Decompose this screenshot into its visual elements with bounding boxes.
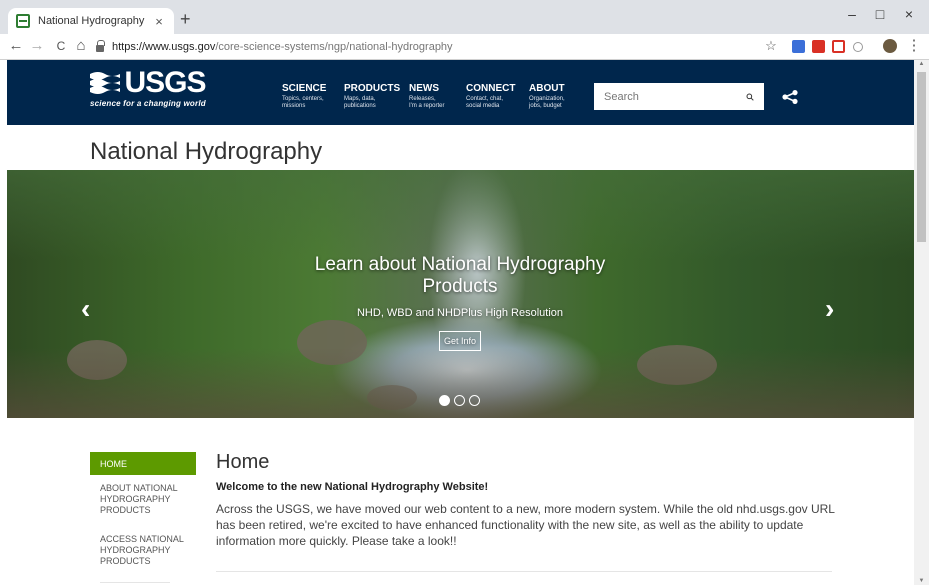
nav-title: NEWS	[409, 83, 439, 94]
carousel-prev-icon[interactable]: ‹	[81, 295, 90, 323]
carousel-dot-3[interactable]	[469, 395, 480, 406]
carousel-rock	[637, 345, 717, 385]
sidebar-divider	[100, 582, 170, 583]
sidebar-item-about[interactable]: ABOUT NATIONAL HYDROGRAPHY PRODUCTS	[90, 483, 200, 516]
reload-icon[interactable]: C	[53, 38, 69, 54]
browser-menu-icon[interactable]: ⋮	[906, 38, 922, 54]
logo-tagline: science for a changing world	[90, 99, 206, 108]
usgs-favicon-icon	[16, 14, 30, 28]
usgs-header: USGS science for a changing world SCIENC…	[7, 60, 914, 125]
nav-title: ABOUT	[529, 83, 565, 94]
page-scrollbar[interactable]: ▲ ▼	[914, 60, 929, 585]
extension-mail-icon[interactable]	[832, 40, 845, 53]
carousel-subtitle: NHD, WBD and NHDPlus High Resolution	[356, 307, 563, 319]
carousel-indicators	[439, 395, 480, 406]
home-icon[interactable]: ⌂	[73, 38, 89, 54]
minimize-icon[interactable]: –	[842, 6, 862, 22]
scroll-down-icon[interactable]: ▼	[914, 578, 929, 584]
lock-icon	[96, 40, 105, 52]
content-paragraph: Across the USGS, we have moved our web c…	[216, 502, 835, 548]
usgs-wave-icon	[90, 70, 120, 96]
search-input[interactable]	[604, 90, 746, 103]
browser-toolbar: ← → C ⌂ https://www.usgs.gov/core-scienc…	[0, 34, 929, 60]
extension-gmail-icon[interactable]	[812, 40, 825, 53]
share-icon[interactable]	[782, 90, 798, 104]
address-bar[interactable]: https://www.usgs.gov/core-science-system…	[96, 37, 796, 57]
carousel-rock	[367, 385, 417, 410]
hero-carousel: ‹ › Learn about National Hydrography Prod…	[7, 170, 914, 418]
sidebar-item-access[interactable]: ACCESS NATIONAL HYDROGRAPHY PRODUCTS	[90, 534, 200, 567]
browser-tab[interactable]: National Hydrography ×	[8, 8, 174, 34]
bookmark-star-icon[interactable]: ☆	[763, 38, 779, 54]
nav-news[interactable]: NEWS Releases, I'm a reporter	[409, 83, 445, 110]
get-info-button[interactable]: Get Info	[438, 331, 482, 351]
nav-title: PRODUCTS	[344, 83, 401, 94]
content-heading: Home	[216, 451, 270, 473]
nav-sub: Contact, chat, social media	[466, 96, 504, 109]
profile-avatar-icon[interactable]	[883, 39, 897, 53]
extension-circle-icon[interactable]	[853, 42, 863, 52]
tab-title: National Hydrography	[38, 15, 145, 27]
carousel-dot-1[interactable]	[439, 395, 450, 406]
nav-science[interactable]: SCIENCE Topics, centers, missions	[282, 83, 326, 110]
sidebar-item-home[interactable]: HOME	[90, 452, 196, 475]
nav-sub: Organization, jobs, budget	[529, 96, 565, 109]
browser-tabstrip: National Hydrography × + – □ ×	[0, 0, 929, 34]
forward-icon[interactable]: →	[29, 38, 45, 54]
scrollbar-thumb[interactable]	[917, 72, 926, 242]
search-icon[interactable]	[746, 91, 754, 103]
window-close-icon[interactable]: ×	[899, 6, 919, 22]
nav-connect[interactable]: CONNECT Contact, chat, social media	[466, 83, 515, 110]
nav-sub: Maps, data, publications	[344, 96, 376, 109]
nav-sub: Topics, centers, missions	[282, 96, 324, 109]
extension-calendar-icon[interactable]	[792, 40, 805, 53]
usgs-logo[interactable]: USGS science for a changing world	[90, 66, 206, 108]
carousel-dot-2[interactable]	[454, 395, 465, 406]
new-tab-button[interactable]: +	[180, 9, 191, 30]
carousel-rock	[67, 340, 127, 380]
nav-products[interactable]: PRODUCTS Maps, data, publications	[344, 83, 400, 110]
carousel-next-icon[interactable]: ›	[825, 295, 834, 323]
page-title: National Hydrography	[90, 138, 323, 165]
tab-close-icon[interactable]: ×	[152, 14, 166, 29]
content-divider	[216, 571, 832, 572]
search-box	[594, 83, 764, 110]
back-icon[interactable]: ←	[8, 38, 24, 54]
carousel-caption: Learn about National Hydrography Products…	[260, 254, 660, 351]
maximize-icon[interactable]: □	[870, 6, 890, 22]
nav-about[interactable]: ABOUT Organization, jobs, budget	[529, 83, 565, 110]
content-subheading: Welcome to the new National Hydrography …	[216, 481, 489, 493]
nav-sub: Releases, I'm a reporter	[409, 96, 445, 109]
logo-text: USGS	[124, 66, 206, 99]
scroll-up-icon[interactable]: ▲	[914, 61, 929, 67]
carousel-title: Learn about National Hydrography Products	[314, 254, 606, 297]
url-path: /core-science-systems/ngp/national-hydro…	[215, 41, 453, 53]
nav-title: SCIENCE	[282, 83, 327, 94]
nav-title: CONNECT	[466, 83, 516, 94]
url-host: https://www.usgs.gov	[112, 41, 216, 53]
